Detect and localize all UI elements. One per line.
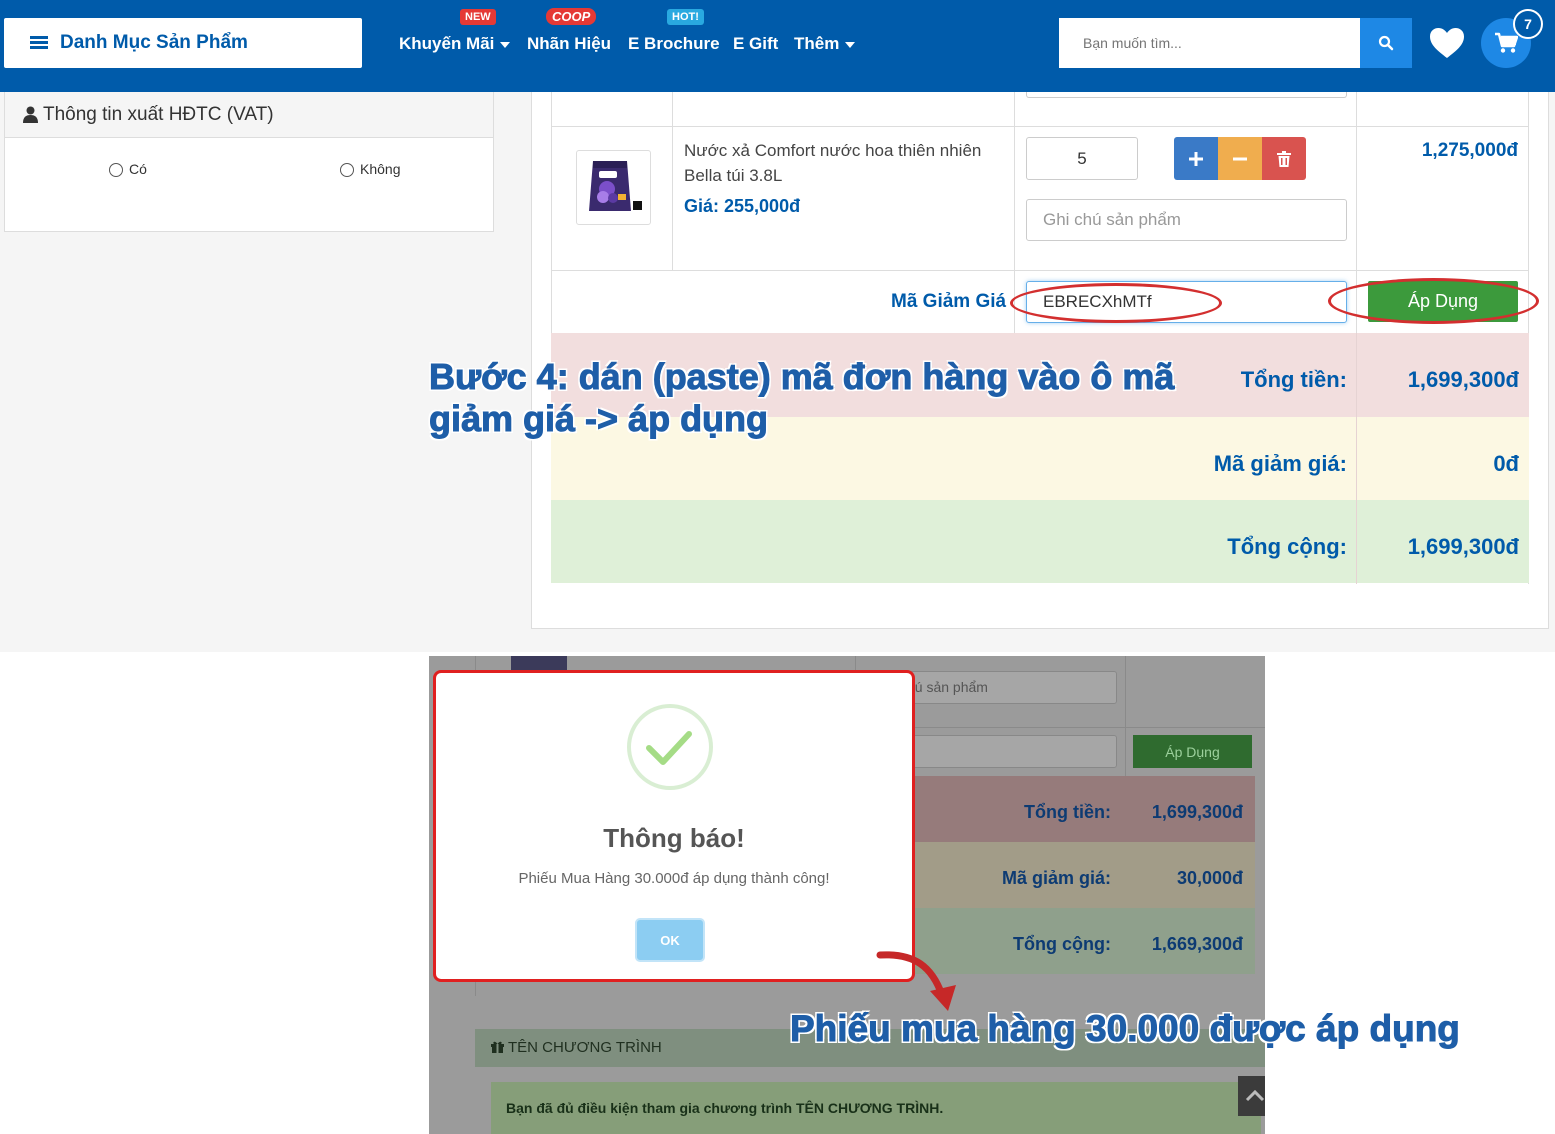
trash-icon bbox=[1277, 150, 1291, 167]
nav-them[interactable]: Thêm bbox=[794, 34, 856, 54]
cart-icon bbox=[1495, 32, 1518, 53]
coupon-input-bg[interactable] bbox=[889, 735, 1117, 768]
coop-badge: COOP bbox=[546, 8, 597, 25]
checkmark-icon bbox=[646, 731, 692, 765]
step4-annotation: Bước 4: dán (paste) mã đơn hàng vào ô mã… bbox=[429, 356, 1175, 440]
chevron-up-icon bbox=[1245, 1089, 1265, 1102]
caret-down-icon bbox=[845, 41, 856, 48]
cart-page-screenshot: Danh Mục Sản Phẩm NEW COOP HOT! Khuyến M… bbox=[0, 0, 1555, 652]
summary-value: 1,699,300đ bbox=[1407, 534, 1519, 559]
nav-label: E Gift bbox=[733, 34, 779, 53]
nav-label: Nhãn Hiệu bbox=[527, 34, 612, 53]
nav-khuyen-mai[interactable]: Khuyến Mãi bbox=[399, 34, 511, 54]
nav-e-gift[interactable]: E Gift bbox=[733, 34, 778, 54]
summary-label: Mã giảm giá: bbox=[1001, 868, 1111, 888]
summary-value: 1,669,300đ bbox=[1151, 934, 1243, 954]
search-button[interactable] bbox=[1360, 18, 1412, 68]
dialog-title: Thông báo! bbox=[603, 823, 745, 853]
product-price: Giá: 255,000đ bbox=[684, 196, 801, 216]
hamburger-icon bbox=[30, 36, 48, 50]
vat-option-co[interactable]: Có bbox=[109, 161, 147, 178]
delete-item-button[interactable] bbox=[1262, 137, 1306, 180]
product-image[interactable] bbox=[576, 150, 651, 225]
quantity-input[interactable] bbox=[1026, 137, 1138, 180]
nav-label: E Brochure bbox=[628, 34, 720, 53]
summary-label: Mã giảm giá: bbox=[1213, 451, 1347, 476]
coupon-highlight-oval bbox=[1010, 283, 1222, 323]
search-icon bbox=[1378, 35, 1394, 51]
minus-icon bbox=[1233, 157, 1247, 160]
vat-panel-header: Thông tin xuất HĐTC (VAT) bbox=[5, 92, 493, 138]
category-menu-label: Danh Mục Sản Phẩm bbox=[60, 32, 248, 53]
product-image-thumbnail bbox=[511, 656, 567, 670]
program-title: TÊN CHƯƠNG TRÌNH bbox=[508, 1039, 662, 1056]
gift-icon bbox=[491, 1041, 504, 1053]
tutorial-screenshot: Danh Mục Sản Phẩm NEW COOP HOT! Khuyến M… bbox=[0, 0, 1555, 1134]
product-name[interactable]: Nước xả Comfort nước hoa thiên nhiên Bel… bbox=[684, 138, 1004, 188]
success-check-circle bbox=[627, 704, 713, 790]
user-icon bbox=[23, 106, 38, 123]
decrease-quantity-button[interactable] bbox=[1218, 137, 1262, 180]
cart-count-badge: 7 bbox=[1513, 9, 1543, 39]
product-note-input[interactable] bbox=[1026, 199, 1347, 241]
radio-label: Có bbox=[129, 161, 147, 177]
summary-value: 30,000đ bbox=[1176, 868, 1243, 888]
apply-coupon-button-bg[interactable]: Áp Dụng bbox=[1133, 735, 1252, 768]
summary-label: Tổng cộng: bbox=[1013, 934, 1111, 954]
top-navbar: Danh Mục Sản Phẩm NEW COOP HOT! Khuyến M… bbox=[0, 0, 1555, 92]
summary-label: Tổng tiền: bbox=[1024, 802, 1111, 822]
summary-value: 1,699,300đ bbox=[1407, 367, 1519, 392]
ok-button[interactable]: OK bbox=[635, 918, 705, 962]
increase-quantity-button[interactable] bbox=[1174, 137, 1218, 180]
scroll-to-top-button[interactable] bbox=[1238, 1076, 1265, 1116]
program-message: Bạn đã đủ điều kiện tham gia chương trìn… bbox=[491, 1082, 1261, 1134]
summary-label: Tổng cộng: bbox=[1227, 534, 1347, 559]
arrow-annotation-icon bbox=[876, 951, 956, 1011]
hot-badge: HOT! bbox=[667, 9, 704, 25]
summary-grand-total-row: Tổng cộng: 1,699,300đ bbox=[551, 500, 1529, 583]
nav-e-brochure[interactable]: E Brochure bbox=[628, 34, 720, 54]
radio-icon bbox=[109, 163, 123, 178]
vat-panel: Thông tin xuất HĐTC (VAT) Có Không bbox=[4, 92, 494, 232]
category-menu-button[interactable]: Danh Mục Sản Phẩm bbox=[4, 18, 362, 68]
dialog-message: Phiếu Mua Hàng 30.000đ áp dụng thành côn… bbox=[518, 870, 830, 887]
nav-label: Khuyến Mãi bbox=[399, 34, 495, 53]
summary-label: Tổng tiền: bbox=[1240, 367, 1347, 392]
product-note-input-bg[interactable]: chú sản phẩm bbox=[889, 671, 1117, 704]
success-dialog: Thông báo! Phiếu Mua Hàng 30.000đ áp dụn… bbox=[433, 670, 915, 982]
summary-value: 0đ bbox=[1493, 451, 1519, 476]
comfort-pouch-image bbox=[589, 161, 642, 211]
result-annotation: Phiếu mua hàng 30.000 được áp dụng bbox=[790, 1008, 1461, 1050]
line-total: 1,275,000đ bbox=[1421, 140, 1518, 161]
nav-nhan-hieu[interactable]: Nhãn Hiệu bbox=[527, 34, 611, 54]
apply-highlight-oval bbox=[1328, 278, 1539, 324]
nav-label: Thêm bbox=[794, 34, 840, 53]
summary-value: 1,699,300đ bbox=[1151, 802, 1243, 822]
result-screenshot: chú sản phẩm Áp Dụng Tổng tiền: 1,699,30… bbox=[429, 656, 1265, 1134]
vat-option-khong[interactable]: Không bbox=[340, 161, 401, 178]
coupon-label: Mã Giảm Giá bbox=[891, 291, 1007, 312]
plus-icon bbox=[1189, 151, 1203, 166]
new-badge: NEW bbox=[460, 9, 496, 25]
caret-down-icon bbox=[500, 41, 511, 48]
radio-icon bbox=[340, 163, 354, 178]
vat-title: Thông tin xuất HĐTC (VAT) bbox=[43, 103, 274, 125]
radio-label: Không bbox=[360, 161, 401, 177]
search-input[interactable] bbox=[1059, 18, 1360, 68]
wishlist-heart-icon[interactable] bbox=[1428, 26, 1466, 60]
